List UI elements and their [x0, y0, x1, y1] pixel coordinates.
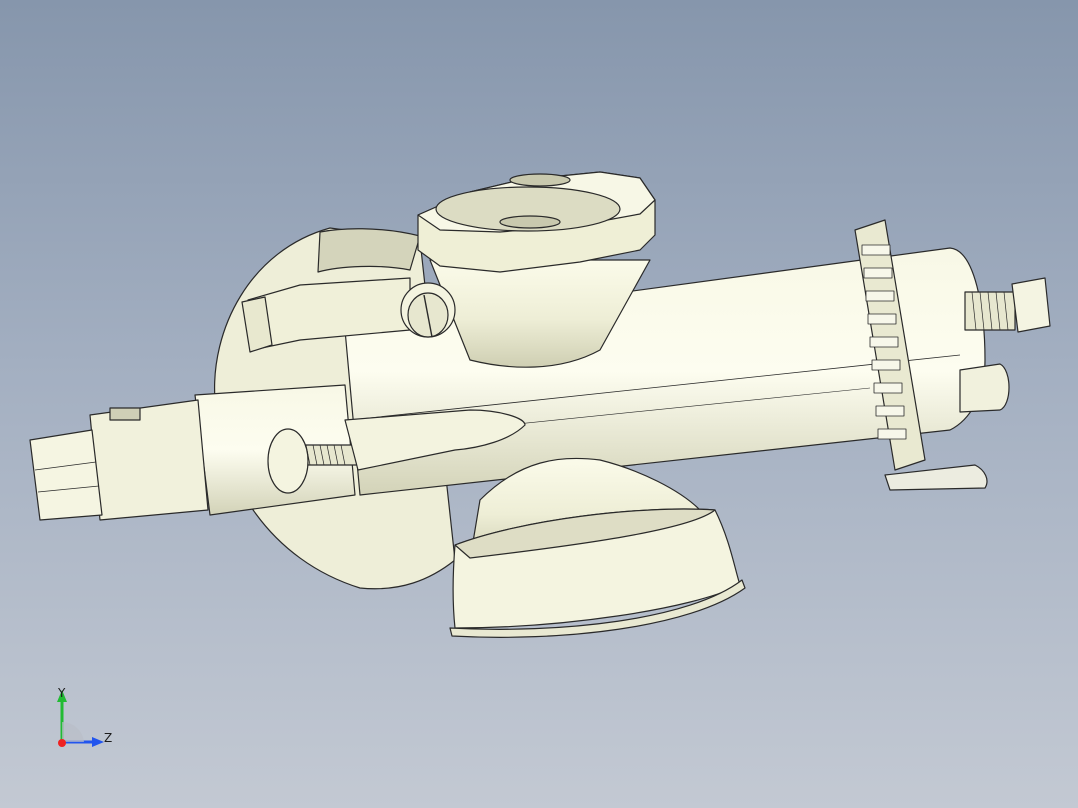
- carburetor-model[interactable]: [0, 0, 1078, 808]
- cad-viewport[interactable]: Y Z: [0, 0, 1078, 808]
- y-axis-label: Y: [58, 686, 66, 700]
- axis-triad-graphic: [57, 690, 104, 747]
- x-axis-dot: [58, 739, 66, 747]
- orientation-triad: Y Z: [40, 682, 130, 752]
- bottom-outlet-bell: [449, 457, 746, 638]
- z-axis-arrowhead: [92, 737, 104, 747]
- xz-plane-shade: [62, 721, 84, 742]
- z-axis-label: Z: [104, 731, 113, 745]
